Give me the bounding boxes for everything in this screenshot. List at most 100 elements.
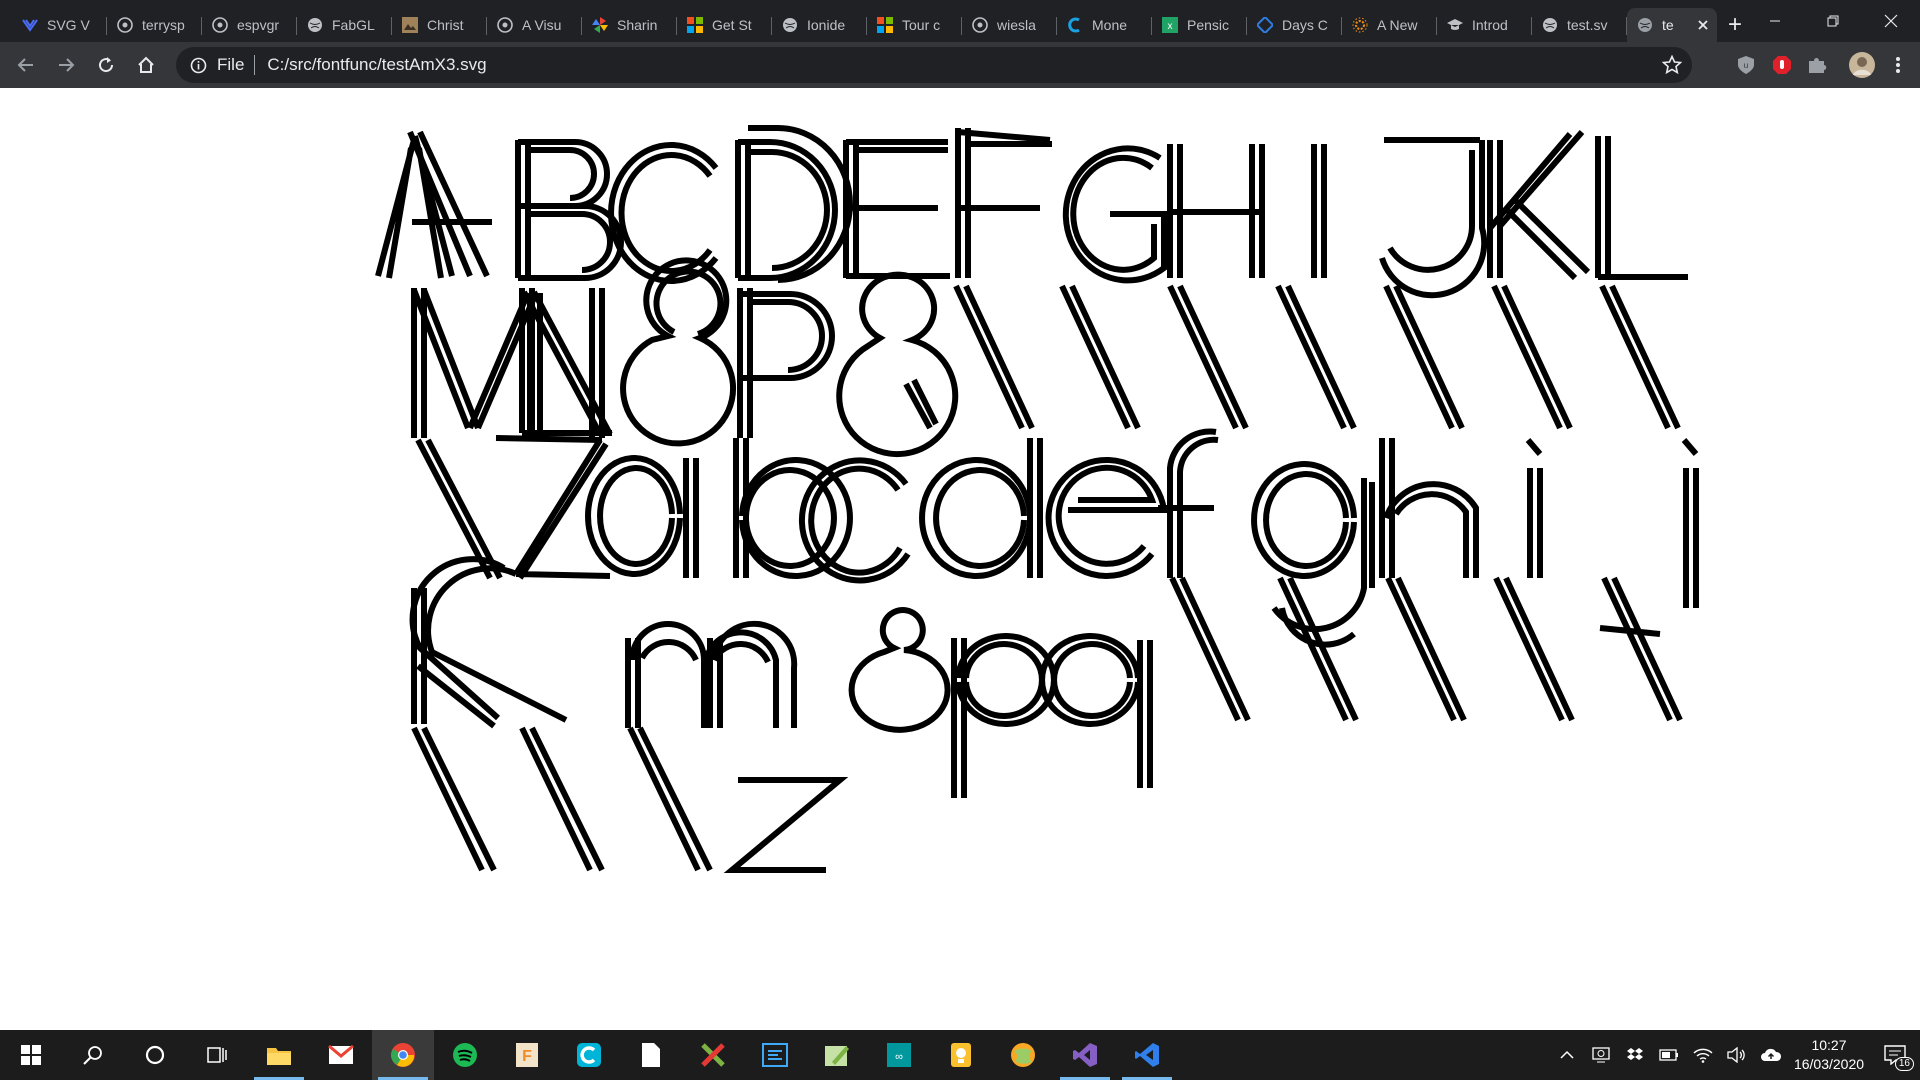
glyph-f xyxy=(1158,428,1219,578)
reload-button[interactable] xyxy=(86,45,126,85)
restore-button[interactable] xyxy=(1804,0,1862,42)
tab[interactable]: Sharin xyxy=(582,8,677,42)
dropbox-tray-button[interactable] xyxy=(1618,1030,1652,1080)
onedrive-button[interactable] xyxy=(1754,1030,1788,1080)
home-button[interactable] xyxy=(126,45,166,85)
tab-list: SVG V terrysp espvgr FabGL Christ A Visu Shari… xyxy=(0,0,1717,42)
bookmark-star-icon[interactable] xyxy=(1662,55,1682,75)
browser-menu-button[interactable] xyxy=(1880,47,1916,83)
site-info-chip[interactable]: File xyxy=(190,55,244,75)
taskbar-app-button[interactable] xyxy=(930,1030,992,1080)
tab-title: Pensic xyxy=(1187,17,1230,33)
tab[interactable]: Days C xyxy=(1247,8,1342,42)
glyph-backslash-row2 xyxy=(953,284,1681,430)
system-clock[interactable]: 10:27 16/03/2020 xyxy=(1788,1036,1870,1074)
adblock-extension-button[interactable] xyxy=(1764,47,1800,83)
start-button[interactable] xyxy=(0,1030,62,1080)
tab[interactable]: Christ xyxy=(392,8,487,42)
file-explorer-icon xyxy=(266,1044,292,1066)
glyph-L xyxy=(1595,136,1688,280)
search-icon xyxy=(83,1046,102,1065)
glyph-H xyxy=(1167,144,1265,278)
stop-hand-icon xyxy=(1773,56,1791,74)
excel-icon: x xyxy=(1162,17,1178,33)
terminal-app-icon xyxy=(762,1043,788,1067)
tab[interactable]: A Visu xyxy=(487,8,582,42)
cortana-button[interactable] xyxy=(124,1030,186,1080)
tab[interactable]: x Pensic xyxy=(1152,8,1247,42)
taskbar-app-button[interactable] xyxy=(1054,1030,1116,1080)
tab[interactable]: Ionide xyxy=(772,8,867,42)
glyph-i xyxy=(1525,438,1543,578)
tab-title: Tour c xyxy=(902,17,941,33)
c-app-icon xyxy=(576,1042,602,1068)
tab-title: test.sv xyxy=(1567,17,1608,33)
bulb-icon xyxy=(950,1042,972,1068)
tab-title: Sharin xyxy=(617,17,658,33)
fusion-icon: F xyxy=(515,1042,539,1068)
taskbar-app-button[interactable] xyxy=(248,1030,310,1080)
wifi-button[interactable] xyxy=(1686,1030,1720,1080)
profile-avatar[interactable] xyxy=(1844,47,1880,83)
action-center-button[interactable]: 16 xyxy=(1870,1030,1920,1080)
forward-button[interactable] xyxy=(46,45,86,85)
search-button[interactable] xyxy=(62,1030,124,1080)
rendered-font-glyphs xyxy=(375,125,1699,873)
taskbar-app-button[interactable] xyxy=(558,1030,620,1080)
tab[interactable]: FabGL xyxy=(297,8,392,42)
taskbar-app-button[interactable]: F xyxy=(496,1030,558,1080)
taskbar-app-button[interactable] xyxy=(806,1030,868,1080)
tray-app-button[interactable] xyxy=(1584,1030,1618,1080)
chrome-icon xyxy=(390,1042,416,1068)
taskbar-app-button[interactable] xyxy=(620,1030,682,1080)
minimize-button[interactable] xyxy=(1746,0,1804,42)
gmail-icon xyxy=(328,1045,354,1065)
taskbar-app-button[interactable] xyxy=(434,1030,496,1080)
tab[interactable]: wiesla xyxy=(962,8,1057,42)
ublock-extension-button[interactable]: u xyxy=(1728,47,1764,83)
taskbar-app-button[interactable] xyxy=(372,1030,434,1080)
avatar-icon xyxy=(1849,52,1875,78)
cortana-circle-icon xyxy=(145,1045,165,1065)
tab-title: Get St xyxy=(712,17,752,33)
tab[interactable]: Tour c xyxy=(867,8,962,42)
close-window-button[interactable] xyxy=(1862,0,1920,42)
show-hidden-icons-button[interactable] xyxy=(1550,1030,1584,1080)
tab-active[interactable]: te xyxy=(1627,8,1717,42)
battery-button[interactable] xyxy=(1652,1030,1686,1080)
taskbar-app-button[interactable]: ∞ xyxy=(868,1030,930,1080)
tab[interactable]: SVG V xyxy=(12,8,107,42)
scheme-label: File xyxy=(217,55,245,74)
close-tab-icon[interactable] xyxy=(1695,17,1711,33)
glyph-d xyxy=(919,438,1043,579)
volume-button[interactable] xyxy=(1720,1030,1754,1080)
graduation-icon xyxy=(1447,17,1463,33)
tab[interactable]: Introd xyxy=(1437,8,1532,42)
window-controls xyxy=(1746,0,1920,42)
tab-title: SVG V xyxy=(47,17,90,33)
glyph-backslash-row5 xyxy=(411,726,713,872)
tab[interactable]: A New xyxy=(1342,8,1437,42)
puzzle-extension-button[interactable] xyxy=(1800,47,1836,83)
windows-logo-icon xyxy=(21,1045,41,1065)
taskbar-app-button[interactable] xyxy=(1116,1030,1178,1080)
glyph-q xyxy=(1039,633,1153,788)
clock-date: 16/03/2020 xyxy=(1793,1056,1865,1072)
tab[interactable]: espvgr xyxy=(202,8,297,42)
tab[interactable]: test.sv xyxy=(1532,8,1627,42)
tab-title: wiesla xyxy=(997,17,1036,33)
tab[interactable]: Mone xyxy=(1057,8,1152,42)
tab[interactable]: terrysp xyxy=(107,8,202,42)
taskbar-app-button[interactable] xyxy=(682,1030,744,1080)
address-bar[interactable]: File C:/src/fontfunc/testAmX3.svg xyxy=(176,47,1692,83)
back-button[interactable] xyxy=(6,45,46,85)
task-view-button[interactable] xyxy=(186,1030,248,1080)
glyph-b xyxy=(733,438,853,579)
restore-icon xyxy=(1827,15,1839,27)
taskbar-app-button[interactable] xyxy=(744,1030,806,1080)
glyph-h xyxy=(1379,438,1479,578)
svg-viewer-icon xyxy=(22,17,38,33)
taskbar-app-button[interactable] xyxy=(992,1030,1054,1080)
taskbar-app-button[interactable] xyxy=(310,1030,372,1080)
tab[interactable]: Get St xyxy=(677,8,772,42)
